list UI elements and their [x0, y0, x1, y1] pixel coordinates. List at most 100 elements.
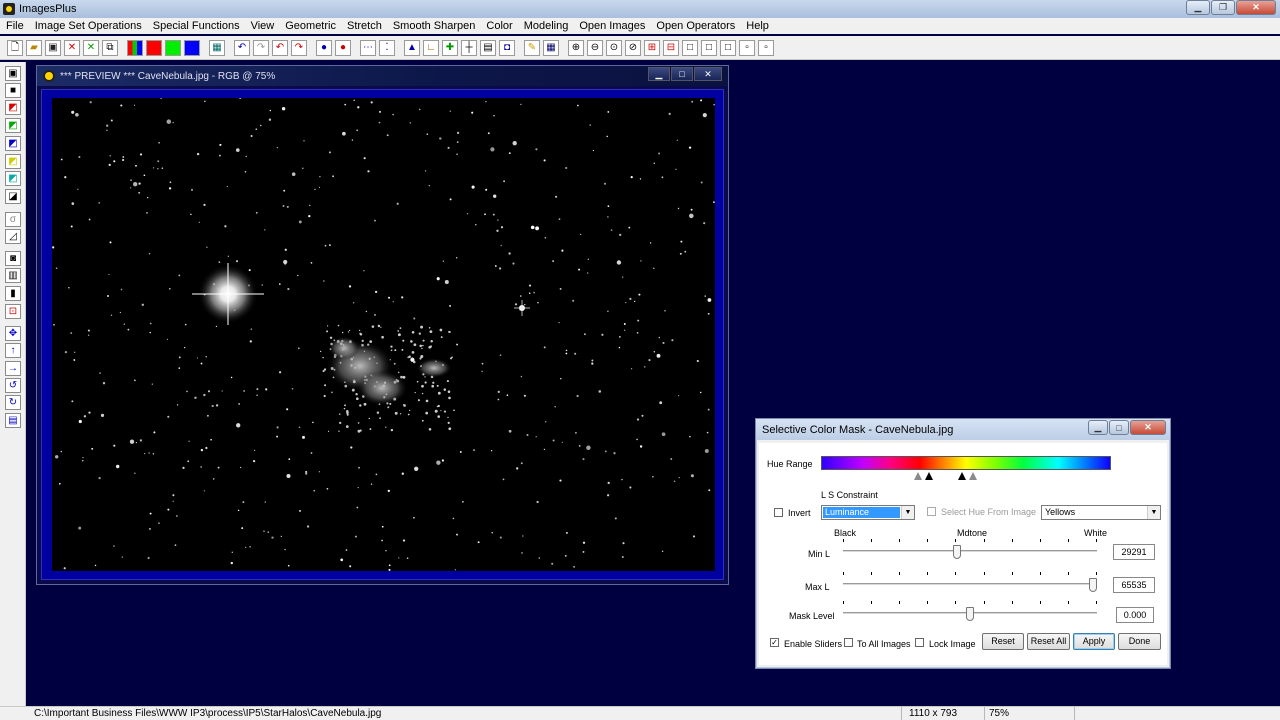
menu-open-images[interactable]: Open Images: [579, 20, 645, 32]
column-icon[interactable]: ▮: [5, 286, 21, 301]
add-icon[interactable]: ✚: [442, 39, 458, 56]
frame4-icon[interactable]: ▫: [739, 39, 755, 56]
preview-minimize-button[interactable]: ▁: [648, 67, 670, 81]
hue-range-inner-right-handle[interactable]: [958, 472, 966, 480]
curve-icon[interactable]: ◿: [5, 229, 21, 244]
min-l-value[interactable]: 29291: [1113, 544, 1155, 560]
max-l-value[interactable]: 65535: [1113, 577, 1155, 593]
reset-button[interactable]: Reset: [982, 633, 1024, 650]
undo-all-icon[interactable]: ↶: [272, 39, 288, 56]
remove-frame-icon[interactable]: ⊟: [663, 39, 679, 56]
frame5-icon[interactable]: ▫: [758, 39, 774, 56]
menu-color[interactable]: Color: [486, 20, 512, 32]
min-l-thumb[interactable]: [952, 545, 961, 559]
camera-icon[interactable]: ◘: [499, 39, 515, 56]
coords-icon[interactable]: ⁚: [379, 39, 395, 56]
chevron-down-icon[interactable]: ▼: [1147, 506, 1160, 519]
undo-icon[interactable]: ↶: [234, 39, 250, 56]
info-icon[interactable]: ▤: [5, 413, 21, 428]
max-l-track[interactable]: [843, 583, 1097, 586]
zoom-fit-icon[interactable]: ⊙: [606, 39, 622, 56]
save-icon[interactable]: ▣: [5, 66, 21, 81]
record-icon[interactable]: ●: [316, 39, 332, 56]
copy-icon[interactable]: ⧉: [102, 39, 118, 56]
levels-icon[interactable]: ◙: [5, 251, 21, 266]
up-arrow-icon[interactable]: ↑: [5, 343, 21, 358]
dots-icon[interactable]: ⋯: [360, 39, 376, 56]
redo-all-icon[interactable]: ↷: [291, 39, 307, 56]
histogram-icon[interactable]: ▲: [404, 39, 420, 56]
maximize-button[interactable]: ❐: [1211, 0, 1235, 15]
gamma-icon[interactable]: σ: [5, 212, 21, 227]
to-all-images-checkbox[interactable]: [844, 638, 853, 647]
crop-icon[interactable]: ⊡: [5, 304, 21, 319]
preview-maximize-button[interactable]: □: [671, 67, 693, 81]
bars-icon[interactable]: ▥: [5, 268, 21, 283]
white-black-icon[interactable]: ◪: [5, 189, 21, 204]
mask-level-value[interactable]: 0.000: [1116, 607, 1154, 623]
zoom-reset-icon[interactable]: ⊘: [625, 39, 641, 56]
minimize-button[interactable]: ▁: [1186, 0, 1210, 15]
redo-icon[interactable]: ↷: [253, 39, 269, 56]
menu-file[interactable]: File: [6, 20, 24, 32]
menu-image-set-operations[interactable]: Image Set Operations: [35, 20, 142, 32]
hue-range-outer-left-handle[interactable]: [914, 472, 922, 480]
move-icon[interactable]: ✥: [5, 326, 21, 341]
crosshair-icon[interactable]: ┼: [461, 39, 477, 56]
menu-stretch[interactable]: Stretch: [347, 20, 382, 32]
menu-smooth-sharpen[interactable]: Smooth Sharpen: [393, 20, 476, 32]
dialog-titlebar[interactable]: Selective Color Mask - CaveNebula.jpg ▁ …: [756, 419, 1170, 440]
constraint-select[interactable]: Luminance ▼: [821, 505, 915, 520]
dialog-minimize-button[interactable]: ▁: [1088, 420, 1108, 435]
close-all-icon[interactable]: ✕: [83, 39, 99, 56]
preview-titlebar[interactable]: *** PREVIEW *** CaveNebula.jpg - RGB @ 7…: [37, 66, 728, 86]
rotate-left-icon[interactable]: ↺: [5, 378, 21, 393]
pencil-icon[interactable]: ✎: [524, 39, 540, 56]
hue-range-inner-left-handle[interactable]: [925, 472, 933, 480]
new-icon[interactable]: 🗋: [7, 39, 23, 56]
menu-open-operators[interactable]: Open Operators: [656, 20, 735, 32]
menu-view[interactable]: View: [251, 20, 275, 32]
color-select[interactable]: Yellows ▼: [1041, 505, 1161, 520]
menu-special-functions[interactable]: Special Functions: [153, 20, 240, 32]
invert-checkbox[interactable]: [774, 508, 783, 517]
select-hue-checkbox[interactable]: [927, 507, 936, 516]
chevron-down-icon[interactable]: ▼: [901, 506, 914, 519]
close-button[interactable]: ✕: [1236, 0, 1276, 15]
dialog-maximize-button[interactable]: □: [1109, 420, 1129, 435]
zoom-in-icon[interactable]: ⊕: [568, 39, 584, 56]
menu-help[interactable]: Help: [746, 20, 769, 32]
max-l-thumb[interactable]: [1089, 578, 1097, 592]
green-channel-icon[interactable]: [165, 39, 181, 56]
add-frame-icon[interactable]: ⊞: [644, 39, 660, 56]
yellow-black-icon[interactable]: ◩: [5, 154, 21, 169]
dialog-close-button[interactable]: ✕: [1130, 420, 1166, 435]
grid2-icon[interactable]: ▦: [543, 39, 559, 56]
grid-icon[interactable]: ▦: [209, 39, 225, 56]
save-icon[interactable]: ▣: [45, 39, 61, 56]
blue-channel-icon[interactable]: [184, 39, 200, 56]
menu-geometric[interactable]: Geometric: [285, 20, 336, 32]
menu-modeling[interactable]: Modeling: [524, 20, 569, 32]
preview-image[interactable]: [52, 98, 715, 571]
frame3-icon[interactable]: □: [720, 39, 736, 56]
hue-range-bar[interactable]: [821, 456, 1111, 470]
table-icon[interactable]: ▤: [480, 39, 496, 56]
enable-sliders-checkbox[interactable]: ✓: [770, 638, 779, 647]
rotate-right-icon[interactable]: ↻: [5, 395, 21, 410]
frame1-icon[interactable]: □: [682, 39, 698, 56]
lock-image-checkbox[interactable]: [915, 638, 924, 647]
open-icon[interactable]: ▰: [26, 39, 42, 56]
stop-icon[interactable]: ●: [335, 39, 351, 56]
rgb-icon[interactable]: [127, 39, 143, 56]
red-black-icon[interactable]: ◩: [5, 100, 21, 115]
cyan-black-icon[interactable]: ◩: [5, 171, 21, 186]
zoom-out-icon[interactable]: ⊖: [587, 39, 603, 56]
hue-range-outer-right-handle[interactable]: [969, 472, 977, 480]
right-arrow-icon[interactable]: →: [5, 361, 21, 376]
min-l-track[interactable]: [843, 550, 1097, 553]
green-black-icon[interactable]: ◩: [5, 118, 21, 133]
axis-icon[interactable]: ∟: [423, 39, 439, 56]
done-button[interactable]: Done: [1118, 633, 1161, 650]
reset-all-button[interactable]: Reset All: [1027, 633, 1070, 650]
